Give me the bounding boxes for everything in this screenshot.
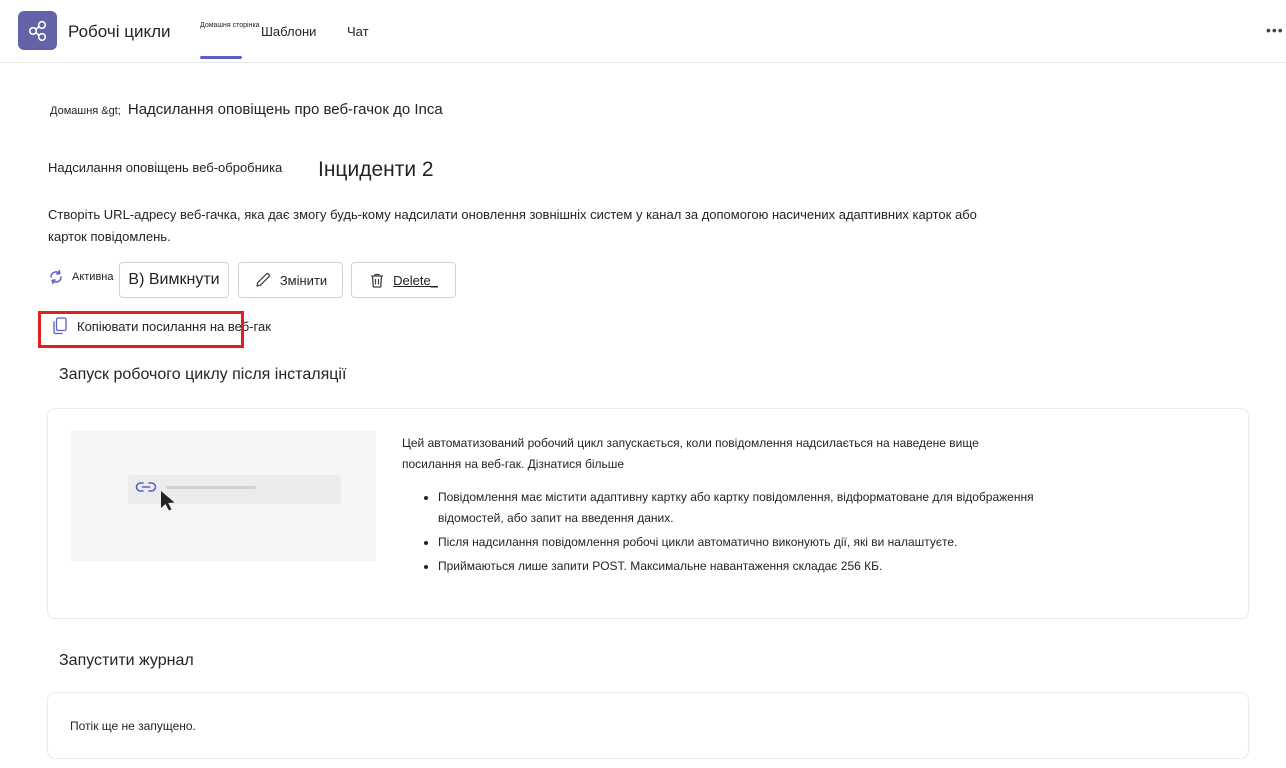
run-log-card: Потік ще не запущено. <box>47 692 1249 759</box>
run-log-empty-text: Потік ще не запущено. <box>70 719 196 733</box>
status-indicator: Активна <box>48 269 114 285</box>
illustration-line <box>166 486 256 489</box>
cursor-icon <box>161 491 175 511</box>
edit-button[interactable]: Змінити <box>238 262 343 298</box>
breadcrumb-current: Надсилання оповіщень про веб-гачок до In… <box>127 101 443 118</box>
app-title: Робочі цикли <box>68 22 171 41</box>
active-tab-indicator <box>200 56 242 59</box>
workflows-app-icon[interactable] <box>18 11 57 50</box>
trigger-bullet: Після надсилання повідомлення робочі цик… <box>438 532 1102 553</box>
trigger-bullet: Повідомлення має містити адаптивну картк… <box>438 487 1102 529</box>
trash-icon <box>371 273 384 288</box>
workflow-description: Створіть URL-адресу веб-гачка, яка дає з… <box>48 207 977 244</box>
link-icon <box>135 482 157 492</box>
tab-chat-label: Чат <box>347 23 369 39</box>
workflow-name: Інциденти 2 <box>318 158 434 181</box>
run-log-title: Запустити журнал <box>59 652 194 669</box>
delete-button[interactable]: Delete_ <box>351 262 456 298</box>
workflow-subtitle: Надсилання оповіщень веб-обробника <box>48 160 283 175</box>
more-options-icon[interactable]: ••• <box>1266 22 1284 38</box>
edit-label: Змінити <box>279 272 328 288</box>
breadcrumb-home[interactable]: Домашня &gt; <box>50 105 121 117</box>
tab-home[interactable]: Домашня сторінка <box>200 0 260 62</box>
trigger-card: Цей автоматизований робочий цикл запуска… <box>47 408 1249 619</box>
copy-webhook-label: Копіювати посилання на веб-гак <box>77 318 271 334</box>
copy-webhook-link[interactable]: Копіювати посилання на веб-гак <box>52 317 271 335</box>
trigger-bullets: Повідомлення має містити адаптивну картк… <box>402 487 1102 577</box>
pencil-icon <box>256 273 270 287</box>
turn-off-label: В) Вимкнути <box>128 271 220 288</box>
trigger-intro: Цей автоматизований робочий цикл запуска… <box>402 436 979 471</box>
trigger-bullet: Приймаються лише запити POST. Максимальн… <box>438 556 1102 577</box>
status-label: Активна <box>72 271 114 283</box>
trigger-info: Цей автоматизований робочий цикл запуска… <box>402 433 1102 580</box>
sync-icon <box>50 269 62 285</box>
tab-chat[interactable]: Чат <box>347 0 369 62</box>
tab-templates[interactable]: Шаблони <box>261 0 316 62</box>
trigger-section-title: Запуск робочого циклу після інсталяції <box>59 366 347 383</box>
webhook-illustration <box>71 431 376 561</box>
share-nodes-icon <box>28 20 46 41</box>
copy-icon <box>53 317 67 335</box>
tab-templates-label: Шаблони <box>261 23 317 39</box>
delete-label: Delete_ <box>393 272 438 288</box>
turn-off-button[interactable]: В) Вимкнути <box>119 262 229 298</box>
tab-home-label: Домашня сторінка <box>200 22 260 29</box>
breadcrumb: Домашня &gt; Надсилання оповіщень про ве… <box>50 101 443 118</box>
app-header: Робочі цикли Домашня сторінка Шаблони Ча… <box>0 0 1286 63</box>
